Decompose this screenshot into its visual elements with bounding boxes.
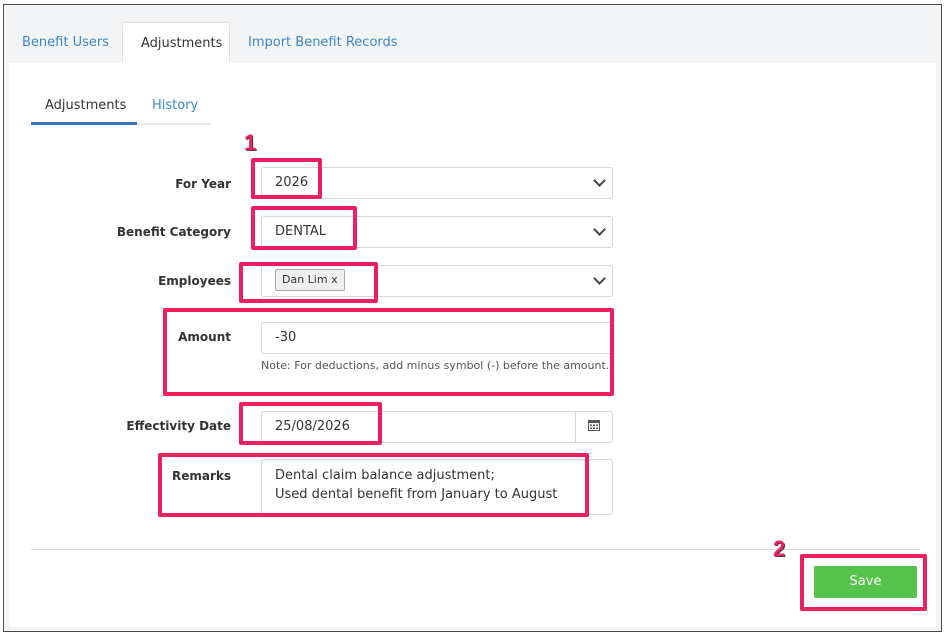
step-2-number: 2: [773, 536, 786, 561]
calendar-icon-glyph: [588, 420, 600, 431]
step-1-number: 1: [244, 130, 257, 155]
highlight-remarks: [158, 453, 589, 517]
for-year-label: For Year: [175, 177, 231, 191]
chevron-down-icon: [593, 272, 606, 285]
main-tabbar: Benefit Users Adjustments Import Benefit…: [4, 5, 941, 63]
subtab-adjustments[interactable]: Adjustments: [45, 91, 126, 121]
tab-benefit-users[interactable]: Benefit Users: [4, 22, 127, 63]
effectivity-date-label: Effectivity Date: [126, 419, 231, 433]
subtab-history[interactable]: History: [152, 91, 198, 121]
tab-import-benefit-records[interactable]: Import Benefit Records: [230, 22, 416, 63]
chevron-down-icon: [593, 174, 606, 187]
highlight-benefit-category: [251, 206, 357, 250]
benefit-category-label: Benefit Category: [116, 225, 231, 239]
highlight-employees: [239, 262, 378, 303]
subtab-active-indicator: [31, 122, 137, 125]
highlight-save: [800, 554, 927, 611]
calendar-icon[interactable]: [575, 412, 612, 442]
highlight-effectivity-date: [239, 402, 382, 445]
tab-adjustments[interactable]: Adjustments: [122, 22, 230, 63]
employees-label: Employees: [158, 274, 231, 288]
highlight-for-year: [251, 158, 322, 199]
chevron-down-icon: [593, 223, 606, 236]
highlight-amount: [163, 308, 614, 396]
form-divider: [31, 549, 920, 550]
